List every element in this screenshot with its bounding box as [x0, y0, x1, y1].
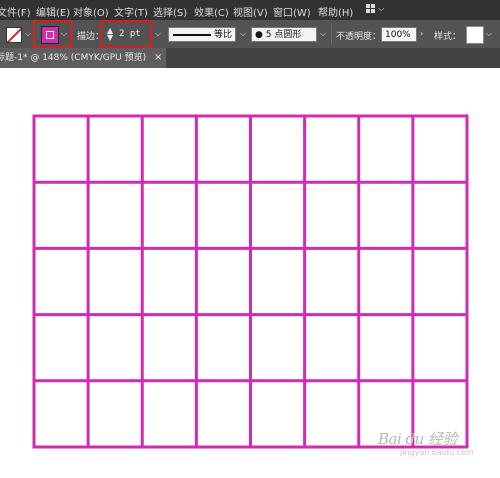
separator	[331, 24, 332, 44]
close-icon[interactable]: ×	[154, 48, 162, 68]
brush-label: 5 点圆形	[265, 30, 302, 40]
opacity-label: 不透明度：	[336, 32, 382, 42]
menu-bar: 文件(F) 编辑(E) 对象(O) 文字(T) 选择(S) 效果(C) 视图(V…	[0, 0, 500, 20]
style-label: 样式：	[434, 32, 462, 42]
stroke-inner-icon	[46, 31, 54, 39]
brush-definition[interactable]: ● 5 点圆形	[251, 27, 317, 42]
stroke-dropdown-chevron-icon[interactable]: ⌵	[61, 29, 67, 39]
watermark-url: jingyan.baidu.com	[400, 448, 474, 457]
stroke-weight-stepper-icon[interactable]: ▲ ▼	[107, 27, 113, 42]
variable-width-profile[interactable]: 等比	[168, 27, 236, 42]
menu-effect[interactable]: 效果(C)	[194, 4, 229, 19]
profile-label: 等比	[214, 30, 233, 40]
menu-help[interactable]: 帮助(H)	[318, 4, 353, 19]
opacity-arrow-icon[interactable]: ›	[420, 29, 423, 38]
brush-chevron-icon[interactable]: ⌵	[320, 29, 326, 39]
chevron-down-icon: ⌵	[378, 4, 385, 13]
document-tab[interactable]: 标题-1* @ 148% (CMYK/GPU 预览) ×	[0, 48, 166, 68]
control-bar: ⌵ ⌵ 描边： ▲ ▼ 2 pt ⌵ 等比 ⌵ ● 5 点圆形 ⌵ 不透明度： 1…	[0, 20, 500, 48]
opacity-input[interactable]: 100%	[381, 27, 417, 42]
stroke-color-swatch[interactable]	[41, 26, 59, 44]
document-tab-title: 标题-1* @ 148% (CMYK/GPU 预览)	[0, 53, 147, 63]
graphic-style-swatch[interactable]	[466, 26, 484, 44]
line-profile-sample-icon	[173, 34, 211, 36]
profile-chevron-icon[interactable]: ⌵	[240, 29, 246, 39]
menu-object[interactable]: 对象(O)	[73, 4, 109, 19]
workspace-switcher[interactable]: ⌵	[366, 3, 400, 17]
menu-edit[interactable]: 编辑(E)	[36, 4, 70, 19]
watermark-logo: Bai du 经验	[378, 430, 458, 448]
rectangular-grid[interactable]	[0, 68, 500, 478]
menu-file[interactable]: 文件(F)	[0, 4, 31, 19]
menu-window[interactable]: 窗口(W)	[273, 4, 311, 19]
menu-type[interactable]: 文字(T)	[114, 4, 148, 19]
style-chevron-icon[interactable]: ⌵	[486, 29, 492, 39]
stroke-weight-chevron-icon[interactable]: ⌵	[155, 29, 161, 39]
brush-dot-icon: ●	[255, 30, 263, 40]
menu-view[interactable]: 视图(V)	[233, 4, 268, 19]
artboard-canvas[interactable]: Bai du 经验 jingyan.baidu.com	[0, 68, 500, 478]
stroke-weight-input[interactable]: 2 pt	[116, 27, 150, 42]
fill-dropdown-chevron-icon[interactable]: ⌵	[25, 29, 31, 39]
fill-none-swatch[interactable]	[6, 27, 22, 43]
workspace-grid-icon	[366, 3, 375, 13]
document-tab-bar: 标题-1* @ 148% (CMYK/GPU 预览) ×	[0, 48, 500, 68]
menu-select[interactable]: 选择(S)	[153, 4, 187, 19]
